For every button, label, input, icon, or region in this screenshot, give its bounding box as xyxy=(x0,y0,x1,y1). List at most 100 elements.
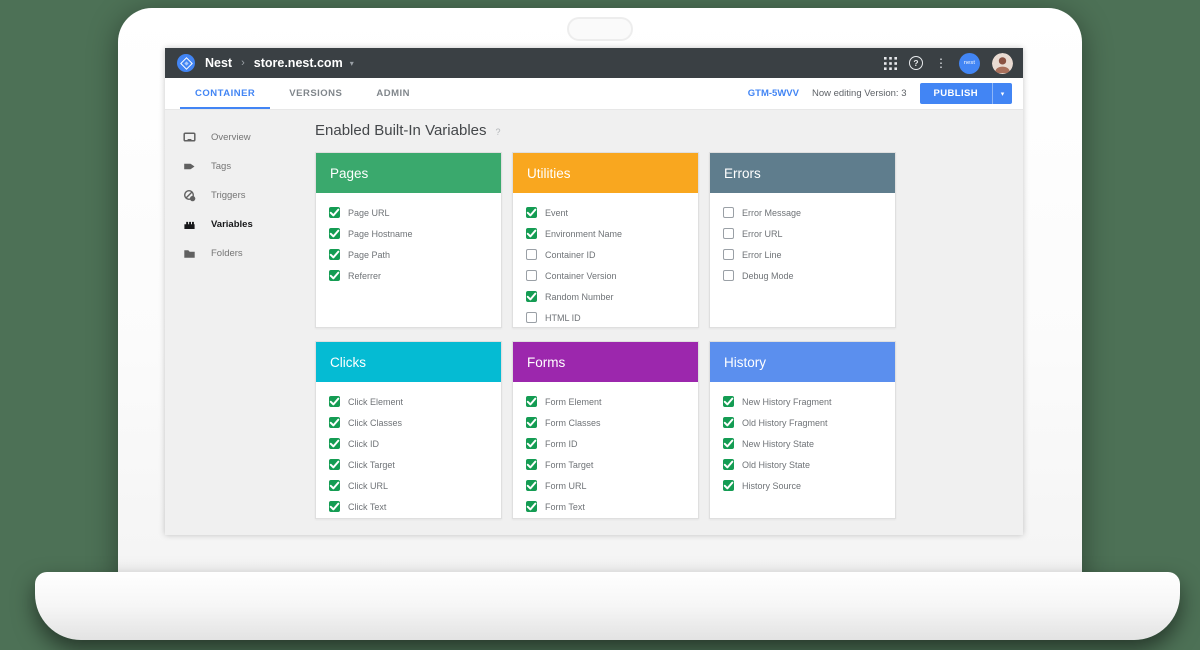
checkbox-checked-icon[interactable] xyxy=(526,291,537,302)
sidebar-item-triggers[interactable]: Triggers xyxy=(165,181,301,210)
card-body: New History Fragment Old History Fragment… xyxy=(710,382,895,496)
checkbox-checked-icon[interactable] xyxy=(723,459,734,470)
variable-label: Event xyxy=(545,207,569,218)
card-body: Error Message Error URL Error Line Debug Mo… xyxy=(710,193,895,286)
checkbox-checked-icon[interactable] xyxy=(329,459,340,470)
variable-row[interactable]: Click Classes xyxy=(329,412,501,433)
tab-container[interactable]: CONTAINER xyxy=(178,78,272,109)
variable-row[interactable]: New History State xyxy=(723,433,895,454)
variable-row[interactable]: Form ID xyxy=(526,433,698,454)
apps-grid-icon[interactable] xyxy=(884,56,897,70)
variable-row[interactable]: Form Classes xyxy=(526,412,698,433)
card-header: Forms xyxy=(513,342,698,382)
checkbox-checked-icon[interactable] xyxy=(329,480,340,491)
variable-row[interactable]: Referrer xyxy=(329,265,501,286)
checkbox-checked-icon[interactable] xyxy=(526,480,537,491)
checkbox-unchecked-icon[interactable] xyxy=(526,270,537,281)
checkbox-checked-icon[interactable] xyxy=(526,501,537,512)
checkbox-checked-icon[interactable] xyxy=(723,480,734,491)
variable-row[interactable]: Error Message xyxy=(723,202,895,223)
publish-button[interactable]: PUBLISH ▾ xyxy=(919,83,1012,104)
publish-dropdown-caret-icon[interactable]: ▾ xyxy=(992,83,1012,104)
user-avatar[interactable] xyxy=(992,52,1013,74)
container-selector[interactable]: store.nest.com xyxy=(254,56,343,70)
tab-admin[interactable]: ADMIN xyxy=(359,78,427,109)
checkbox-checked-icon[interactable] xyxy=(526,438,537,449)
sidebar-label-overview: Overview xyxy=(211,132,251,143)
variable-row[interactable]: Debug Mode xyxy=(723,265,895,286)
checkbox-checked-icon[interactable] xyxy=(329,501,340,512)
variable-row[interactable]: Container Version xyxy=(526,265,698,286)
checkbox-checked-icon[interactable] xyxy=(329,270,340,281)
variable-label: Click Element xyxy=(348,396,404,407)
variable-label: Old History Fragment xyxy=(742,417,828,428)
help-icon[interactable]: ? xyxy=(909,56,923,70)
variable-row[interactable]: Click Text xyxy=(329,496,501,517)
checkbox-unchecked-icon[interactable] xyxy=(723,207,734,218)
variable-row[interactable]: Click Target xyxy=(329,454,501,475)
variable-row[interactable]: Form Element xyxy=(526,391,698,412)
variable-row[interactable]: Click URL xyxy=(329,475,501,496)
checkbox-checked-icon[interactable] xyxy=(329,228,340,239)
gtm-container-id-link[interactable]: GTM-5WVV xyxy=(748,88,799,99)
variable-row[interactable]: HTML ID xyxy=(526,307,698,328)
card-body: Event Environment Name Container ID Contain… xyxy=(513,193,698,328)
checkbox-checked-icon[interactable] xyxy=(329,396,340,407)
org-badge[interactable]: nest xyxy=(959,52,980,74)
variable-row[interactable]: Random Number xyxy=(526,286,698,307)
checkbox-unchecked-icon[interactable] xyxy=(723,270,734,281)
workspace-content: Overview Tags Triggers Variables Folders… xyxy=(165,110,1023,535)
checkbox-checked-icon[interactable] xyxy=(329,438,340,449)
variable-row[interactable]: Environment Name xyxy=(526,223,698,244)
variable-row[interactable]: Old History State xyxy=(723,454,895,475)
variable-row[interactable]: Click Element xyxy=(329,391,501,412)
variable-row[interactable]: Page URL xyxy=(329,202,501,223)
checkbox-checked-icon[interactable] xyxy=(723,438,734,449)
checkbox-checked-icon[interactable] xyxy=(723,417,734,428)
variable-label: Debug Mode xyxy=(742,270,794,281)
checkbox-checked-icon[interactable] xyxy=(526,228,537,239)
card-header: Clicks xyxy=(316,342,501,382)
checkbox-unchecked-icon[interactable] xyxy=(526,312,537,323)
variable-row[interactable]: Container ID xyxy=(526,244,698,265)
checkbox-unchecked-icon[interactable] xyxy=(526,249,537,260)
container-dropdown-caret-icon[interactable]: ▾ xyxy=(350,59,354,68)
variable-row[interactable]: Page Path xyxy=(329,244,501,265)
variable-row[interactable]: Form URL xyxy=(526,475,698,496)
sidebar-item-variables[interactable]: Variables xyxy=(165,210,301,239)
card-clicks: Clicks Click Element Click Classes Click I… xyxy=(315,341,502,519)
checkbox-checked-icon[interactable] xyxy=(526,207,537,218)
checkbox-checked-icon[interactable] xyxy=(526,417,537,428)
more-vertical-icon[interactable]: ⋮ xyxy=(935,57,947,69)
sidebar-item-tags[interactable]: Tags xyxy=(165,152,301,181)
variable-row[interactable]: Old History Fragment xyxy=(723,412,895,433)
variable-row[interactable]: History Source xyxy=(723,475,895,496)
checkbox-checked-icon[interactable] xyxy=(526,459,537,470)
checkbox-checked-icon[interactable] xyxy=(329,207,340,218)
checkbox-checked-icon[interactable] xyxy=(329,417,340,428)
variable-row[interactable]: Form Text xyxy=(526,496,698,517)
checkbox-checked-icon[interactable] xyxy=(526,396,537,407)
title-help-icon[interactable]: ? xyxy=(496,127,501,137)
sidebar-item-folders[interactable]: Folders xyxy=(165,239,301,268)
tabbar-right: GTM-5WVV Now editing Version: 3 PUBLISH … xyxy=(748,78,1023,109)
variable-row[interactable]: Form Target xyxy=(526,454,698,475)
checkbox-checked-icon[interactable] xyxy=(329,249,340,260)
variable-row[interactable]: Page Hostname xyxy=(329,223,501,244)
checkbox-unchecked-icon[interactable] xyxy=(723,228,734,239)
variable-row[interactable]: Event xyxy=(526,202,698,223)
tab-versions[interactable]: VERSIONS xyxy=(272,78,359,109)
laptop-screen: Nest › store.nest.com ▾ ? ⋮ nest CONTAIN… xyxy=(118,8,1082,583)
checkbox-checked-icon[interactable] xyxy=(723,396,734,407)
variable-label: Page Hostname xyxy=(348,228,413,239)
sidebar-item-overview[interactable]: Overview xyxy=(165,123,301,152)
variable-label: Click Classes xyxy=(348,417,403,428)
variable-row[interactable]: New History Fragment xyxy=(723,391,895,412)
variable-label: Form Target xyxy=(545,459,594,470)
account-name[interactable]: Nest xyxy=(205,56,232,70)
checkbox-unchecked-icon[interactable] xyxy=(723,249,734,260)
variable-row[interactable]: Error Line xyxy=(723,244,895,265)
variable-row[interactable]: Error URL xyxy=(723,223,895,244)
tag-manager-window: Nest › store.nest.com ▾ ? ⋮ nest CONTAIN… xyxy=(165,48,1023,535)
variable-row[interactable]: Click ID xyxy=(329,433,501,454)
